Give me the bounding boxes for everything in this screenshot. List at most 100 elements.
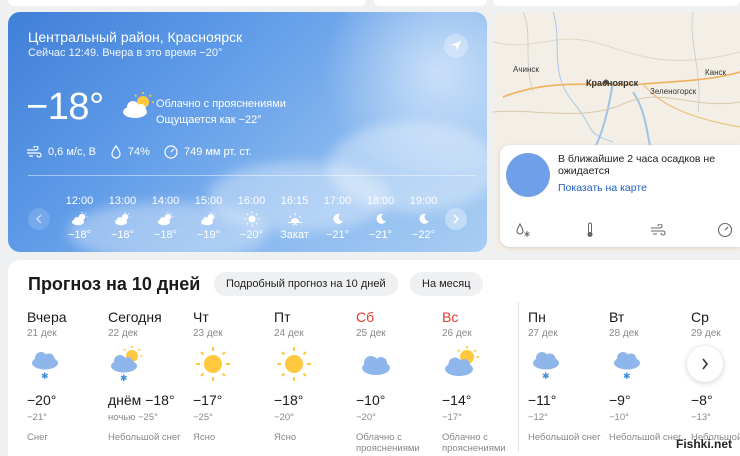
sun-icon <box>274 346 314 384</box>
day-name: Вт <box>609 309 625 325</box>
day-date: 29 дек <box>691 328 721 339</box>
hour-item: 17:00 −21° <box>316 195 359 241</box>
day-condition: Небольшой снег <box>528 432 601 443</box>
hour-temp: −18° <box>67 229 92 241</box>
hour-time: 14:00 <box>151 195 180 207</box>
hour-time: 17:00 <box>323 195 352 207</box>
day-name: Сегодня <box>108 309 162 325</box>
moon-icon <box>418 209 430 229</box>
current-time-line: Сейчас 12:49. Вчера в это время −20° <box>28 47 223 59</box>
hour-time: 16:15 <box>280 195 309 207</box>
day-name: Ср <box>691 309 709 325</box>
cloud-snow-icon: ✱ <box>528 346 568 384</box>
hour-temp: −20° <box>239 229 264 241</box>
day-low-temp: ночью −25° <box>108 412 158 423</box>
sun-cloud-icon <box>442 346 482 384</box>
hour-temp: Закат <box>280 229 309 241</box>
day-date: 24 дек <box>274 328 304 339</box>
day-high-temp: −17° <box>193 392 223 408</box>
forecast-next-button[interactable] <box>687 346 723 382</box>
top-tile <box>374 0 487 6</box>
map-label-zelenogorsk: Зеленогорск <box>650 87 697 96</box>
chevron-right-icon <box>453 214 460 224</box>
sunset-icon <box>287 209 303 229</box>
day-date: 26 дек <box>442 328 472 339</box>
day-high-temp: −10° <box>356 392 386 408</box>
hour-item: 13:00 −18° <box>101 195 144 241</box>
wind-icon[interactable] <box>649 221 667 239</box>
day-condition: Ясно <box>274 432 297 443</box>
drop-icon <box>111 145 121 159</box>
cloud-snow-icon: ✱ <box>27 346 67 384</box>
pressure-value: 749 мм рт. ст. <box>183 146 252 158</box>
thermometer-icon[interactable] <box>581 221 599 239</box>
partly-cloudy-icon <box>157 209 175 229</box>
precipitation-icon[interactable] <box>514 221 532 239</box>
hour-time: 19:00 <box>409 195 438 207</box>
day-low-temp: −25° <box>193 412 213 423</box>
day-date: 27 дек <box>528 328 558 339</box>
day-high-temp: −8° <box>691 392 713 408</box>
svg-text:✱: ✱ <box>542 372 550 382</box>
precipitation-popup: В ближайшие 2 часа осадков не ожидается … <box>500 145 740 247</box>
svg-text:✱: ✱ <box>623 372 631 382</box>
day-low-temp: −12° <box>528 412 548 423</box>
svg-text:✱: ✱ <box>41 372 49 382</box>
partly-cloudy-icon <box>121 92 155 125</box>
hour-temp: −22° <box>411 229 436 241</box>
day-name: Пт <box>274 309 291 325</box>
hour-item: 19:00 −22° <box>402 195 445 241</box>
day-condition: Небольшой снег <box>108 432 181 443</box>
humidity-value: 74% <box>127 146 150 158</box>
hours-prev-button[interactable] <box>28 208 50 230</box>
ten-day-forecast-card: Прогноз на 10 дней Подробный прогноз на … <box>8 260 740 456</box>
day-condition: Снег <box>27 432 48 443</box>
detailed-forecast-button[interactable]: Подробный прогноз на 10 дней <box>214 272 398 296</box>
wind-metric: 0,6 м/с, В <box>26 146 96 158</box>
moon-icon <box>375 209 387 229</box>
day-name: Чт <box>193 309 209 325</box>
divider <box>28 175 476 176</box>
map-label-kansk: Канск <box>705 68 727 77</box>
wind-icon <box>27 146 42 158</box>
cloud-icon <box>356 346 396 384</box>
condition-text: Облачно с прояснениями <box>156 98 286 110</box>
hour-temp: −21° <box>325 229 350 241</box>
day-condition: Ясно <box>193 432 216 443</box>
week-separator <box>518 302 519 452</box>
partly-cloudy-icon <box>71 209 89 229</box>
day-low-temp: −20° <box>356 412 376 423</box>
map-label-achinsk: Ачинск <box>513 65 539 74</box>
hour-item: 12:00 −18° <box>58 195 101 241</box>
location-title[interactable]: Центральный район, Красноярск <box>28 29 242 45</box>
show-on-map-link[interactable]: Показать на карте <box>558 182 647 194</box>
hour-temp: −21° <box>368 229 393 241</box>
day-condition: Облачно с прояснениями <box>356 432 420 454</box>
wind-value: 0,6 м/с, В <box>48 146 96 158</box>
location-arrow-icon <box>451 41 461 51</box>
day-list: Вчера 21 дек −20° −21° Снег ✱ Сегодня 22 дек днё… <box>8 306 740 456</box>
day-date: 25 дек <box>356 328 386 339</box>
day-name: Вс <box>442 309 459 325</box>
hours-next-button[interactable] <box>445 208 467 230</box>
day-high-temp: −18° <box>274 392 304 408</box>
day-high-temp: −20° <box>27 392 57 408</box>
humidity-metric: 74% <box>110 145 150 159</box>
chevron-left-icon <box>35 214 42 224</box>
location-button[interactable] <box>444 34 468 58</box>
hourly-forecast: 12:00 −18° 13:00 −18° 14:00 −18° 15:00 −19° 16:0… <box>58 195 448 241</box>
day-low-temp: −17° <box>442 412 462 423</box>
partly-cloudy-icon <box>200 209 218 229</box>
top-tile <box>8 0 366 6</box>
hour-item: 14:00 −18° <box>144 195 187 241</box>
day-condition: Облачно с прояснениями <box>442 432 506 454</box>
month-forecast-button[interactable]: На месяц <box>410 272 483 296</box>
day-name: Вчера <box>27 309 67 325</box>
hour-temp: −19° <box>196 229 221 241</box>
day-high-temp: днём −18° <box>108 392 175 408</box>
hour-item: 15:00 −19° <box>187 195 230 241</box>
day-high-temp: −11° <box>528 392 557 408</box>
svg-text:✱: ✱ <box>120 374 128 384</box>
gauge-icon[interactable] <box>716 221 734 239</box>
hour-temp: −18° <box>153 229 178 241</box>
